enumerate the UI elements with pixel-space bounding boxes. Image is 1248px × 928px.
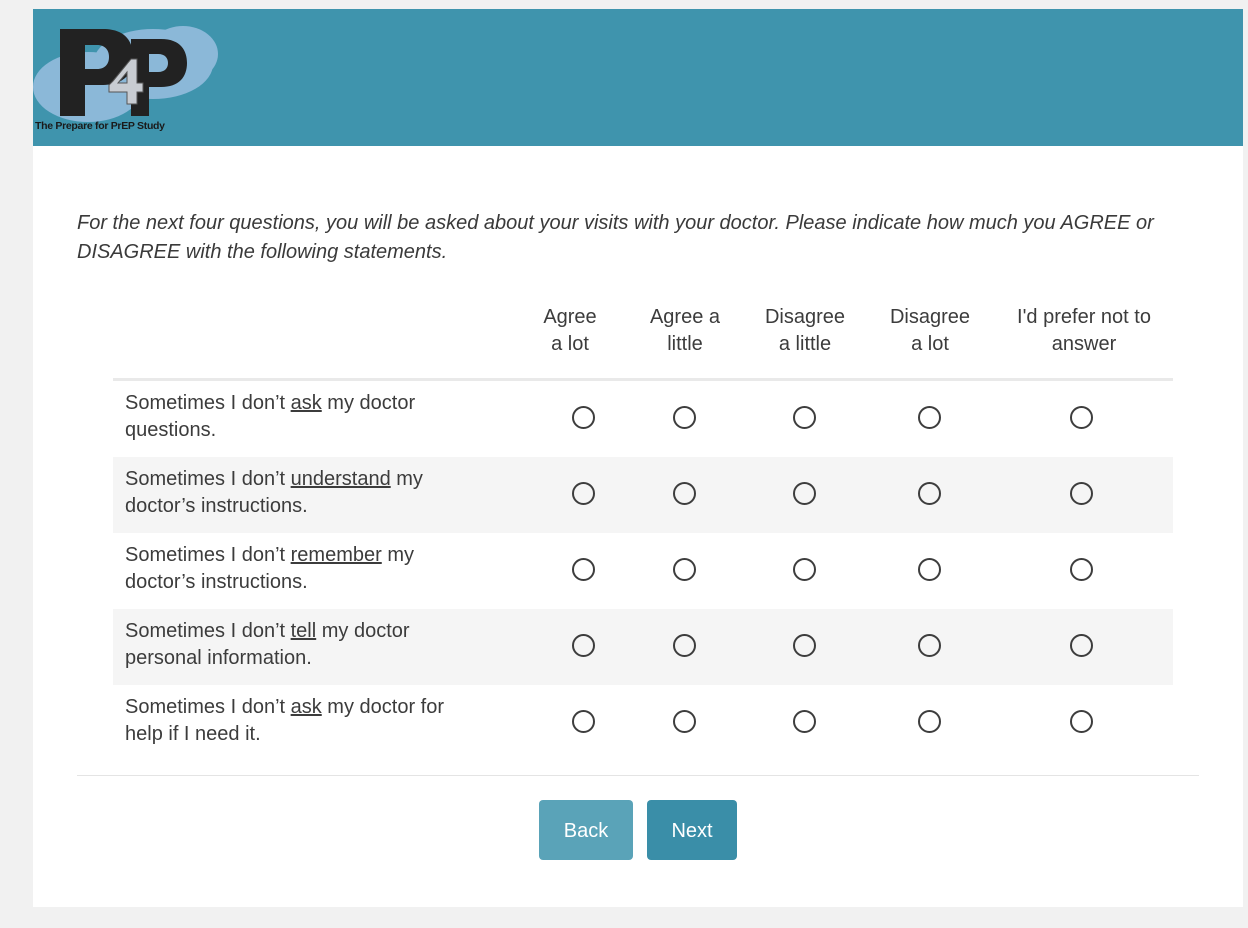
- question-label: Sometimes I don’t ask my doctor for help …: [125, 696, 445, 745]
- radio-disagree-a-lot[interactable]: [918, 482, 941, 505]
- likert-matrix: Agree a lot Agree a little Disagree a li…: [113, 296, 1173, 761]
- radio-prefer-not-to-answer[interactable]: [1070, 558, 1093, 581]
- question-row-remember-instructions: Sometimes I don’t remember my doctor’s in…: [113, 533, 1173, 609]
- radio-disagree-a-little[interactable]: [793, 710, 816, 733]
- question-label: Sometimes I don’t remember my doctor’s in…: [125, 544, 414, 593]
- column-header-agree-a-lot: Agree a lot: [543, 306, 597, 355]
- question-label: Sometimes I don’t tell my doctor personal…: [125, 620, 410, 669]
- column-header-disagree-a-lot: Disagree a lot: [889, 306, 971, 355]
- survey-page: The Prepare for PrEP Study For the next …: [33, 9, 1243, 907]
- radio-agree-a-lot[interactable]: [572, 634, 595, 657]
- radio-disagree-a-little[interactable]: [793, 558, 816, 581]
- radio-disagree-a-lot[interactable]: [918, 634, 941, 657]
- logo-caption: The Prepare for PrEP Study: [35, 120, 165, 132]
- next-button[interactable]: Next: [647, 800, 737, 860]
- radio-prefer-not-to-answer[interactable]: [1070, 482, 1093, 505]
- column-header-disagree-a-little: Disagree a little: [764, 306, 846, 355]
- radio-disagree-a-lot[interactable]: [918, 406, 941, 429]
- radio-disagree-a-lot[interactable]: [918, 710, 941, 733]
- radio-agree-a-lot[interactable]: [572, 406, 595, 429]
- radio-disagree-a-little[interactable]: [793, 406, 816, 429]
- matrix-header: Agree a lot Agree a little Disagree a li…: [113, 296, 1173, 381]
- footer-divider: [77, 775, 1199, 776]
- study-logo: The Prepare for PrEP Study: [33, 9, 233, 146]
- radio-disagree-a-little[interactable]: [793, 634, 816, 657]
- radio-prefer-not-to-answer[interactable]: [1070, 406, 1093, 429]
- radio-disagree-a-little[interactable]: [793, 482, 816, 505]
- radio-agree-a-little[interactable]: [673, 482, 696, 505]
- column-header-prefer-not-to-answer: I'd prefer not to answer: [1017, 306, 1151, 355]
- header-banner: The Prepare for PrEP Study: [33, 9, 1243, 146]
- back-button[interactable]: Back: [539, 800, 633, 860]
- question-row-ask-for-help: Sometimes I don’t ask my doctor for help …: [113, 685, 1173, 761]
- question-row-tell-personal-info: Sometimes I don’t tell my doctor personal…: [113, 609, 1173, 685]
- radio-agree-a-lot[interactable]: [572, 558, 595, 581]
- radio-agree-a-little[interactable]: [673, 406, 696, 429]
- radio-prefer-not-to-answer[interactable]: [1070, 710, 1093, 733]
- radio-disagree-a-lot[interactable]: [918, 558, 941, 581]
- question-label: Sometimes I don’t ask my doctor questions…: [125, 392, 416, 441]
- question-row-ask-questions: Sometimes I don’t ask my doctor questions…: [113, 381, 1173, 457]
- radio-agree-a-little[interactable]: [673, 710, 696, 733]
- radio-agree-a-little[interactable]: [673, 558, 696, 581]
- column-header-agree-a-little: Agree a little: [649, 306, 721, 355]
- radio-agree-a-little[interactable]: [673, 634, 696, 657]
- question-row-understand-instructions: Sometimes I don’t understand my doctor’s …: [113, 457, 1173, 533]
- radio-prefer-not-to-answer[interactable]: [1070, 634, 1093, 657]
- instructions-text: For the next four questions, you will be…: [77, 212, 1154, 263]
- radio-agree-a-lot[interactable]: [572, 482, 595, 505]
- question-label: Sometimes I don’t understand my doctor’s …: [125, 468, 423, 517]
- radio-agree-a-lot[interactable]: [572, 710, 595, 733]
